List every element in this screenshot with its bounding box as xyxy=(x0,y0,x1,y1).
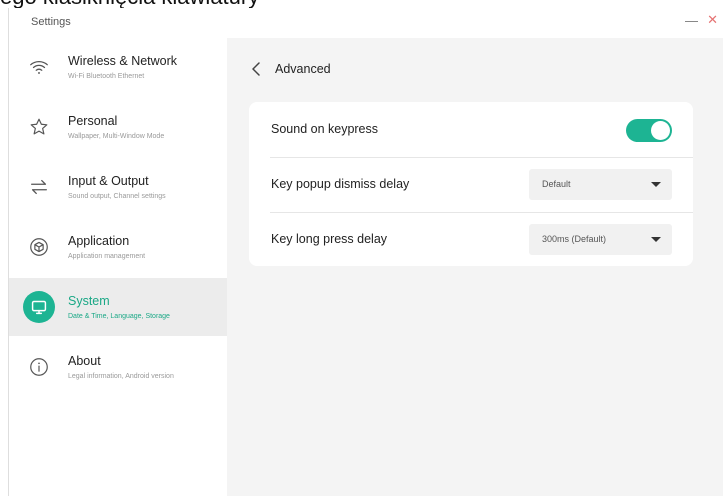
swap-arrows-icon xyxy=(23,171,55,203)
setting-label: Key long press delay xyxy=(271,232,388,246)
sidebar-item-label: Input & Output xyxy=(68,174,149,188)
setting-row-key-popup-dismiss-delay: Key popup dismiss delay Default xyxy=(249,157,693,212)
sidebar-item-subtitle: Application management xyxy=(68,253,146,260)
settings-card: Sound on keypress Key popup dismiss dela… xyxy=(249,102,693,266)
back-arrow-icon[interactable] xyxy=(249,60,263,78)
close-button[interactable]: ✕ xyxy=(707,13,718,27)
select-value: Default xyxy=(542,179,571,189)
sidebar-item-label: About xyxy=(68,354,101,368)
sidebar-item-label: Application xyxy=(68,234,130,248)
dropdown-caret-icon xyxy=(651,182,661,187)
sidebar-item-about[interactable]: About Legal information, Android version xyxy=(9,338,227,396)
star-icon xyxy=(23,111,55,143)
sidebar-item-label: Wireless & Network xyxy=(68,54,178,68)
setting-row-key-long-press-delay: Key long press delay 300ms (Default) xyxy=(249,212,693,267)
toggle-knob xyxy=(651,121,670,140)
select-value: 300ms (Default) xyxy=(542,234,607,244)
wifi-icon xyxy=(23,51,55,83)
page-title: Advanced xyxy=(275,62,331,76)
sidebar-item-subtitle: Wi-Fi Bluetooth Ethernet xyxy=(68,73,145,80)
sidebar-item-subtitle: Wallpaper, Multi-Window Mode xyxy=(68,133,165,140)
settings-window: Settings — ✕ Wireless & Network Wi-Fi Bl… xyxy=(8,8,723,496)
monitor-icon xyxy=(23,291,55,323)
sidebar-item-label: Personal xyxy=(68,114,118,128)
setting-label: Sound on keypress xyxy=(271,122,379,136)
sidebar-item-personal[interactable]: Personal Wallpaper, Multi-Window Mode xyxy=(9,98,227,156)
title-bar: Settings — ✕ xyxy=(9,8,723,38)
info-icon xyxy=(23,351,55,383)
sound-on-keypress-toggle[interactable] xyxy=(626,119,672,142)
sidebar-item-subtitle: Date & Time, Language, Storage xyxy=(68,313,170,320)
key-popup-dismiss-delay-select[interactable]: Default xyxy=(529,169,672,200)
sidebar-item-subtitle: Legal information, Android version xyxy=(68,373,174,380)
setting-label: Key popup dismiss delay xyxy=(271,177,410,191)
key-long-press-delay-select[interactable]: 300ms (Default) xyxy=(529,224,672,255)
minimize-button[interactable]: — xyxy=(685,14,698,28)
sidebar-item-system[interactable]: System Date & Time, Language, Storage xyxy=(9,278,227,336)
dropdown-caret-icon xyxy=(651,237,661,242)
caption-text: ego klasiknięcia klawiatury xyxy=(0,0,259,8)
setting-row-sound-on-keypress: Sound on keypress xyxy=(249,102,693,157)
sidebar-item-application[interactable]: Application Application management xyxy=(9,218,227,276)
window-title: Settings xyxy=(31,16,71,28)
main-content: Advanced Sound on keypress Key popup dis… xyxy=(227,38,723,496)
cube-icon xyxy=(23,231,55,263)
sidebar-item-input-output[interactable]: Input & Output Sound output, Channel set… xyxy=(9,158,227,216)
sidebar-item-label: System xyxy=(68,294,110,308)
sidebar: Wireless & Network Wi-Fi Bluetooth Ether… xyxy=(9,38,227,496)
sidebar-item-subtitle: Sound output, Channel settings xyxy=(68,193,166,200)
sidebar-item-wireless-network[interactable]: Wireless & Network Wi-Fi Bluetooth Ether… xyxy=(9,38,227,96)
